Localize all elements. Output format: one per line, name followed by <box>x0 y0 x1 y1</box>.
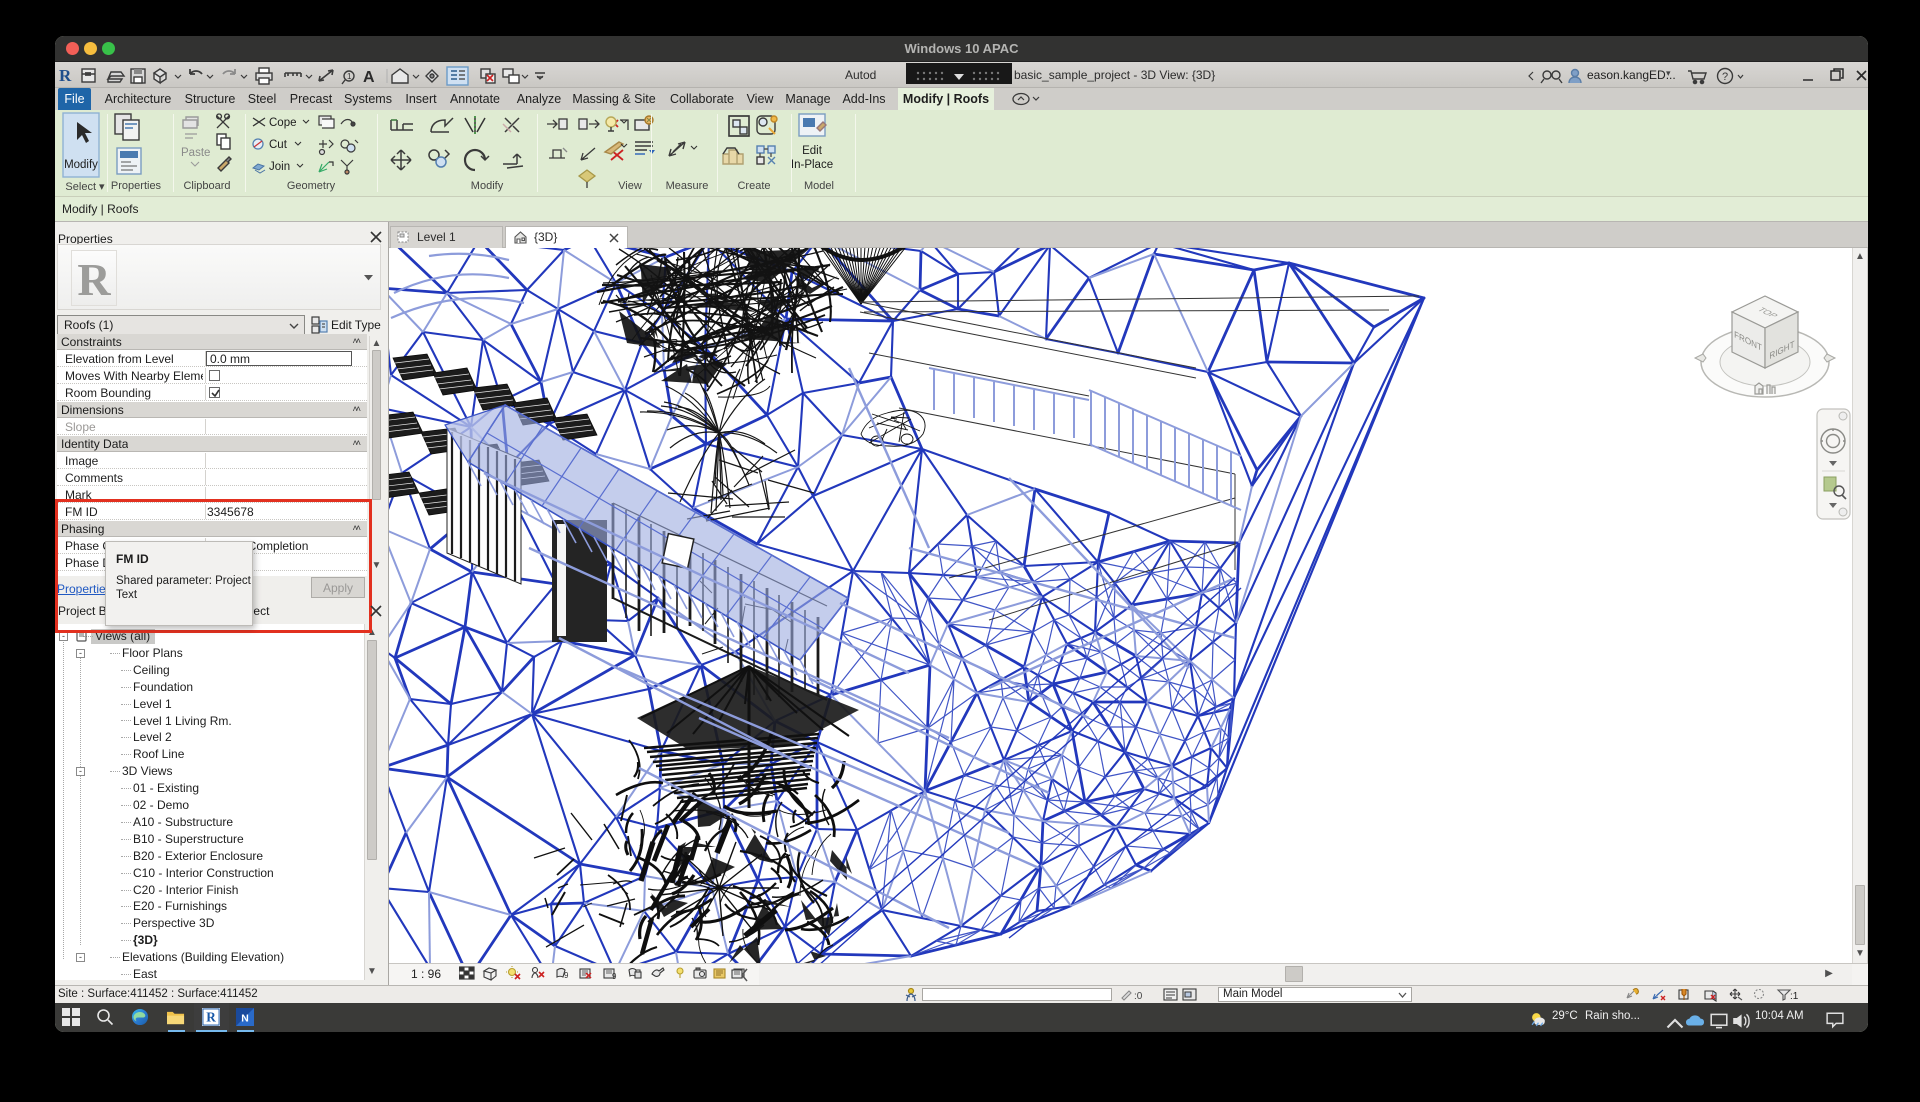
svg-text:Modify: Modify <box>64 159 98 171</box>
svg-text:Cope: Cope <box>269 117 297 129</box>
svg-text:?: ? <box>1722 71 1728 83</box>
svg-text:A: A <box>363 69 375 86</box>
svg-text:Cut: Cut <box>269 139 288 151</box>
svg-text:9: 9 <box>564 971 569 980</box>
svg-text::1: :1 <box>1790 991 1799 1002</box>
svg-text:R: R <box>59 66 72 85</box>
svg-text::0: :0 <box>1134 991 1143 1002</box>
svg-text:N: N <box>241 1013 249 1024</box>
svg-text:9: 9 <box>612 972 617 981</box>
svg-text:1: 1 <box>347 72 352 81</box>
svg-text:In-Place: In-Place <box>791 159 833 171</box>
svg-text:Join: Join <box>269 161 290 173</box>
svg-text:Edit: Edit <box>802 145 823 157</box>
svg-text:Paste: Paste <box>181 147 210 159</box>
svg-text:R: R <box>206 1010 216 1025</box>
